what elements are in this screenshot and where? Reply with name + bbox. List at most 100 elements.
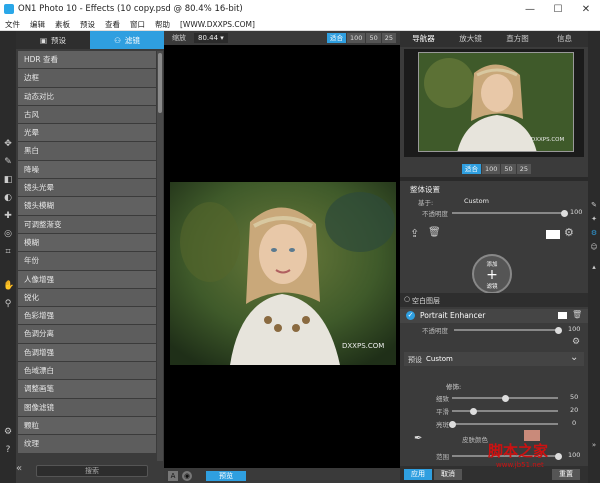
menu-edit[interactable]: 编辑 [25, 19, 50, 30]
reset-button[interactable]: 重置 [552, 469, 580, 480]
filter-item-noise-reduction[interactable]: 降噪 [18, 160, 156, 179]
menu-help[interactable]: 帮助 [150, 19, 175, 30]
crop-tool-icon[interactable]: ⌗ [3, 247, 13, 257]
brush-icon[interactable]: ✎ [590, 201, 598, 209]
zoom-tool-icon[interactable]: ⚲ [3, 299, 13, 309]
filter-search-input[interactable]: 搜索 [36, 465, 148, 477]
menu-mask[interactable]: 素板 [50, 19, 75, 30]
filter-item-dynamic-contrast[interactable]: 动态对比 [18, 87, 156, 105]
refine-icon[interactable]: ✦ [590, 215, 598, 223]
close-button[interactable]: ✕ [572, 0, 600, 18]
zoom-100-button[interactable]: 100 [347, 33, 366, 43]
zoom-fit-button[interactable]: 适合 [327, 33, 347, 43]
filter-item-adjustable-gradient[interactable]: 可调整渐变 [18, 215, 156, 233]
tab-histogram[interactable]: 直方图 [494, 31, 541, 47]
menu-preset[interactable]: 预设 [75, 19, 100, 30]
settings-icon[interactable]: ⚙ [564, 226, 574, 239]
retouch-tool-icon[interactable]: ✚ [3, 211, 13, 221]
export-icon[interactable]: ⇪ [410, 227, 419, 240]
overall-opacity-knob[interactable] [560, 209, 568, 217]
preview-button[interactable]: 预览 [206, 470, 246, 481]
portrait-enhancer-header[interactable]: ✓ Portrait Enhancer 🗑 [400, 309, 588, 323]
filter-item-bleach[interactable]: 色域漂白 [18, 362, 156, 380]
nav-zoom-fit-button[interactable]: 适合 [462, 164, 481, 174]
overall-opacity-value[interactable]: 100 [570, 208, 582, 216]
filter-item-grain[interactable]: 颗粒 [18, 416, 156, 435]
filter-item-color-enhance[interactable]: 色彩增强 [18, 307, 156, 325]
filter-enabled-checkbox[interactable]: ✓ [406, 311, 415, 320]
gradient-tool-icon[interactable]: ◧ [3, 175, 13, 185]
menu-window[interactable]: 窗口 [125, 19, 150, 30]
portrait-opacity-value[interactable]: 100 [568, 325, 580, 333]
transform-tool-icon[interactable]: ✥ [3, 139, 13, 149]
tab-info[interactable]: 信息 [541, 31, 588, 47]
filter-item-portrait-enhance[interactable]: 人像增强 [18, 270, 156, 288]
detail-slider-knob[interactable] [501, 394, 509, 402]
hand-tool-icon[interactable]: ✋ [3, 281, 14, 291]
brush-tool-icon[interactable]: ✎ [3, 157, 13, 167]
shine-slider[interactable] [448, 420, 558, 428]
nav-zoom-25-button[interactable]: 25 [516, 164, 531, 174]
mask-view-icon[interactable]: A [168, 470, 178, 481]
smooth-slider[interactable] [452, 407, 558, 415]
compare-icon[interactable]: ◉ [182, 470, 192, 481]
filter-item-texture[interactable]: 纹理 [18, 435, 156, 453]
filter-item-hdr[interactable]: HDR 查看 [18, 51, 156, 69]
filter-item-split-tone[interactable]: 色调分离 [18, 325, 156, 343]
user-icon[interactable]: ☺ [590, 243, 598, 251]
tab-loupe[interactable]: 放大镜 [447, 31, 494, 47]
navigator-preview[interactable]: DXXPS.COM [404, 49, 584, 157]
filter-item-tone-enhance[interactable]: 色调增强 [18, 343, 156, 362]
layer-row[interactable]: ○ 空白图层 [400, 293, 588, 307]
scrollbar-thumb[interactable] [158, 53, 162, 113]
add-filter-button[interactable]: 添加 + 滤镜 [472, 254, 512, 294]
filter-item-lens-blur[interactable]: 镜头模糊 [18, 197, 156, 215]
portrait-opacity-knob[interactable] [554, 326, 562, 334]
filter-item-blur[interactable]: 模糊 [18, 233, 156, 252]
layer-visibility-icon[interactable]: ○ [404, 295, 410, 303]
tab-filters[interactable]: ⚇ 滤镜 [90, 31, 164, 49]
zoom-select[interactable]: 80.44 ▾ [194, 33, 228, 43]
nav-zoom-100-button[interactable]: 100 [482, 164, 501, 174]
cancel-button[interactable]: 取消 [434, 469, 462, 480]
overall-opacity-slider[interactable] [452, 209, 568, 217]
zoom-25-button[interactable]: 25 [381, 33, 396, 43]
filter-settings-gear-icon[interactable]: ⚙ [572, 337, 580, 347]
image-canvas[interactable]: 缩放 80.44 ▾ 适合 100 50 25 DXXPS.COM A ◉ 预览 [164, 31, 400, 483]
collapse-left-icon[interactable]: « [16, 463, 22, 474]
zoom-50-button[interactable]: 50 [366, 33, 381, 43]
lock-icon[interactable]: ▴ [590, 263, 598, 271]
shine-value[interactable]: 0 [572, 419, 576, 427]
minimize-button[interactable]: — [516, 0, 544, 18]
expand-right-icon[interactable]: » [590, 441, 598, 449]
menu-file[interactable]: 文件 [0, 19, 25, 30]
portrait-opacity-slider[interactable] [454, 326, 562, 334]
detail-slider[interactable] [452, 394, 558, 402]
filter-item-black-white[interactable]: 黑白 [18, 142, 156, 160]
filter-trash-icon[interactable]: 🗑 [572, 310, 582, 319]
range-slider-knob[interactable] [554, 452, 562, 460]
filter-item-adjustment-brush[interactable]: 调整画笔 [18, 380, 156, 398]
filter-mask-icon[interactable] [558, 312, 567, 319]
filter-item-vintage[interactable]: 年份 [18, 252, 156, 270]
detail-value[interactable]: 50 [570, 393, 578, 401]
maximize-button[interactable]: ☐ [544, 0, 572, 18]
filter-item-lens-flare[interactable]: 镜头光晕 [18, 179, 156, 197]
mask-tool-icon[interactable]: ◐ [3, 193, 13, 203]
smooth-value[interactable]: 20 [570, 406, 578, 414]
mask-color-icon[interactable] [546, 230, 560, 239]
settings-gear-icon[interactable]: ⚙ [3, 427, 13, 437]
apply-button[interactable]: 应用 [404, 469, 432, 480]
smooth-slider-knob[interactable] [469, 407, 477, 415]
menu-website[interactable]: [WWW.DXXPS.COM] [175, 20, 260, 29]
clone-tool-icon[interactable]: ◎ [3, 229, 13, 239]
eyedropper-icon[interactable]: ✒ [414, 433, 422, 444]
menu-view[interactable]: 查看 [100, 19, 125, 30]
filter-item-antique[interactable]: 古风 [18, 105, 156, 124]
filter-item-border[interactable]: 边框 [18, 69, 156, 87]
filter-item-glow[interactable]: 光晕 [18, 124, 156, 142]
preset-dropdown[interactable]: 预设 Custom ⌄ [404, 352, 584, 366]
tab-presets[interactable]: ▣ 预设 [16, 31, 90, 49]
shine-slider-knob[interactable] [448, 420, 456, 428]
gear-icon[interactable]: ⚙ [590, 229, 598, 237]
